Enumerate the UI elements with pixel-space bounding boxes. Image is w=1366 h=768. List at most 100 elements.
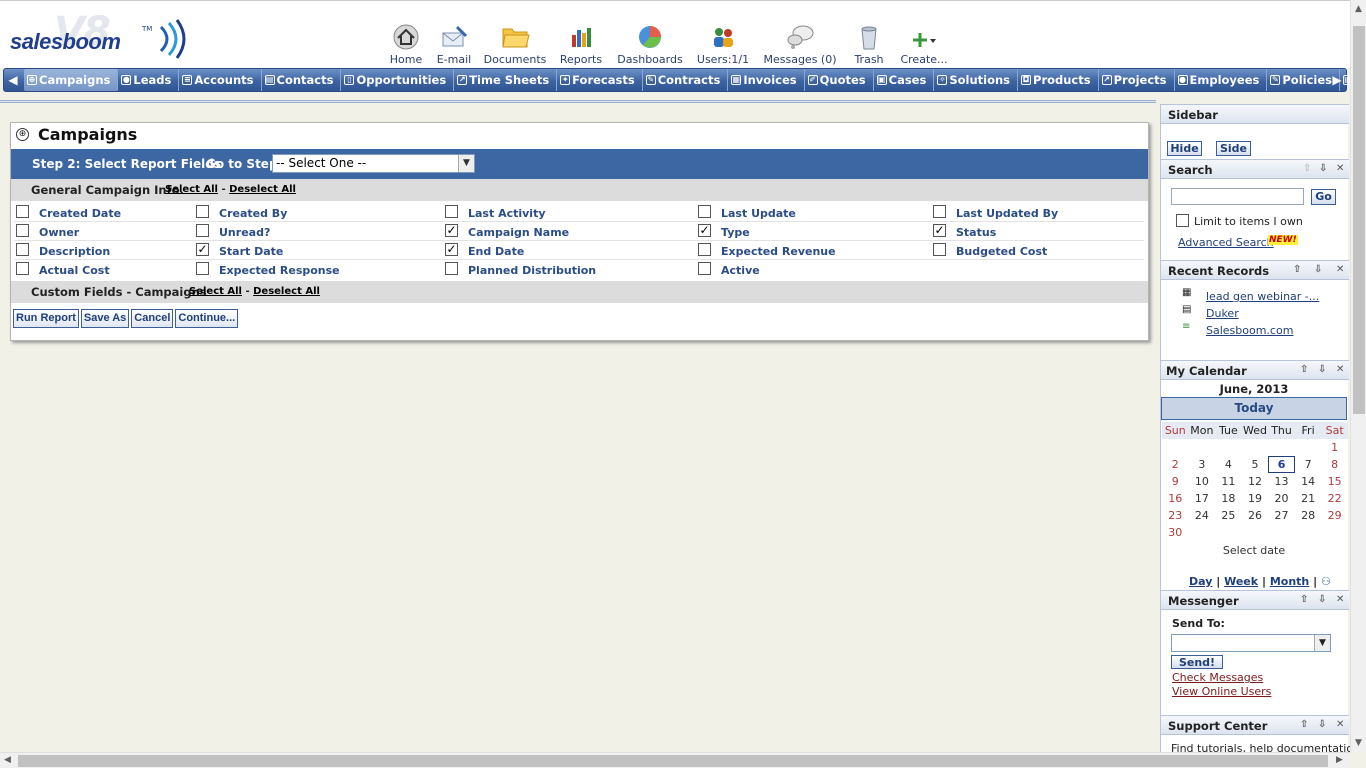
calendar-day[interactable]: 28 <box>1295 507 1322 524</box>
tab-invoices[interactable]: ▦ Invoices <box>728 69 805 91</box>
tab-leads[interactable]: ● Leads <box>118 69 180 91</box>
move-down-icon[interactable]: ⇩ <box>1318 719 1326 730</box>
tab-cases[interactable]: ▣ Cases <box>874 69 935 91</box>
vertical-scrollbar[interactable]: ▲ ▼ <box>1350 0 1366 752</box>
calendar-day[interactable]: 5 <box>1242 456 1269 473</box>
select-all-link[interactable]: Select All <box>189 286 242 297</box>
day-view-link[interactable]: Day <box>1189 575 1212 588</box>
checkbox[interactable] <box>698 243 711 256</box>
checkbox[interactable] <box>698 205 711 218</box>
close-icon[interactable]: ✕ <box>1336 264 1344 275</box>
tab-contracts[interactable]: ✎ Contracts <box>643 69 729 91</box>
checkbox[interactable] <box>196 205 209 218</box>
close-icon[interactable]: ✕ <box>1336 163 1344 174</box>
calendar-day[interactable]: 29 <box>1321 507 1348 524</box>
calendar-day[interactable]: 12 <box>1242 473 1269 490</box>
scroll-up-icon[interactable]: ▲ <box>1355 4 1362 14</box>
calendar-day[interactable]: 20 <box>1268 490 1295 507</box>
move-up-icon[interactable]: ⇧ <box>1300 364 1308 375</box>
move-down-icon[interactable]: ⇩ <box>1318 364 1326 375</box>
tab-forecasts[interactable]: ✦ Forecasts <box>557 69 643 91</box>
checkbox[interactable] <box>698 262 711 275</box>
advanced-search-link[interactable]: Advanced Search <box>1178 236 1274 249</box>
calendar-day[interactable]: 9 <box>1162 473 1189 490</box>
calendar-day[interactable]: 1 <box>1321 439 1348 456</box>
scroll-down-icon[interactable]: ▼ <box>1355 738 1362 748</box>
calendar-day[interactable]: 19 <box>1242 490 1269 507</box>
tab-contacts[interactable]: ▤ Contacts <box>262 69 342 91</box>
calendar-day[interactable]: 24 <box>1189 507 1216 524</box>
calendar-day[interactable]: 2 <box>1162 456 1189 473</box>
nav-scroll-right-icon[interactable]: ▶ <box>1328 69 1346 91</box>
calendar-day[interactable]: 25 <box>1215 507 1242 524</box>
calendar-day[interactable]: 17 <box>1189 490 1216 507</box>
sidebar-hide-button[interactable]: Hide <box>1167 141 1202 156</box>
send-to-select[interactable]: ▼ <box>1171 634 1331 652</box>
move-down-icon[interactable]: ⇩ <box>1319 163 1327 174</box>
checkbox-checked[interactable]: ✓ <box>196 243 209 256</box>
view-online-users-link[interactable]: View Online Users <box>1172 685 1271 698</box>
tab-campaigns[interactable]: ⊕ Campaigns <box>24 69 119 91</box>
calendar-day[interactable]: 7 <box>1295 456 1322 473</box>
horizontal-scrollbar[interactable]: ◀ ▶ <box>0 752 1350 768</box>
calendar-day[interactable]: 14 <box>1295 473 1322 490</box>
calendar-day[interactable]: 16 <box>1162 490 1189 507</box>
search-go-button[interactable]: Go <box>1311 189 1336 205</box>
checkbox[interactable] <box>933 243 946 256</box>
salesboom-logo[interactable]: V8 salesboom TM <box>10 9 186 63</box>
run-report-button[interactable]: Run Report <box>13 309 79 328</box>
search-input[interactable] <box>1171 188 1304 205</box>
toolbar-messages[interactable]: Messages (0) <box>760 23 840 66</box>
checkbox[interactable] <box>445 262 458 275</box>
close-icon[interactable]: ✕ <box>1336 594 1344 605</box>
checkbox-checked[interactable]: ✓ <box>698 224 711 237</box>
recent-record-link[interactable]: Duker <box>1206 307 1239 320</box>
calendar-day[interactable]: 22 <box>1321 490 1348 507</box>
limit-to-own-checkbox[interactable] <box>1176 214 1189 227</box>
move-down-icon[interactable]: ⇩ <box>1318 594 1326 605</box>
check-messages-link[interactable]: Check Messages <box>1172 671 1263 684</box>
sidebar-side-button[interactable]: Side <box>1216 141 1251 156</box>
horizontal-scroll-thumb[interactable] <box>18 755 1328 767</box>
vertical-scroll-thumb[interactable] <box>1353 26 1365 414</box>
toolbar-create[interactable]: Create... <box>884 23 964 66</box>
checkbox[interactable] <box>16 205 29 218</box>
cancel-button[interactable]: Cancel <box>131 309 174 328</box>
tab-employees[interactable]: ● Employees <box>1175 69 1268 91</box>
calendar-today-button[interactable]: Today <box>1161 397 1347 420</box>
scroll-left-icon[interactable]: ◀ <box>4 755 11 765</box>
close-icon[interactable]: ✕ <box>1336 364 1344 375</box>
tab-opportunities[interactable]: ▯ Opportunities <box>341 69 455 91</box>
move-up-icon[interactable]: ⇧ <box>1293 264 1301 275</box>
move-up-icon[interactable]: ⇧ <box>1300 719 1308 730</box>
tab-solutions[interactable]: ✧ Solutions <box>934 69 1019 91</box>
move-up-icon[interactable]: ⇧ <box>1303 163 1311 174</box>
calendar-day[interactable]: 15 <box>1321 473 1348 490</box>
checkbox[interactable] <box>196 262 209 275</box>
checkbox-checked[interactable]: ✓ <box>933 224 946 237</box>
month-view-link[interactable]: Month <box>1270 575 1309 588</box>
checkbox[interactable] <box>445 205 458 218</box>
select-all-link[interactable]: Select All <box>165 184 218 195</box>
recent-record-link[interactable]: lead gen webinar -... <box>1206 290 1319 303</box>
calendar-day[interactable]: 30 <box>1162 524 1189 541</box>
calendar-day[interactable]: 3 <box>1189 456 1216 473</box>
close-icon[interactable]: ✕ <box>1336 719 1344 730</box>
checkbox[interactable] <box>16 243 29 256</box>
checkbox[interactable] <box>196 224 209 237</box>
checkbox-checked[interactable]: ✓ <box>445 243 458 256</box>
save-as-button[interactable]: Save As <box>80 309 130 328</box>
nav-scroll-left-icon[interactable]: ◀ <box>4 69 22 91</box>
calendar-day[interactable]: 27 <box>1268 507 1295 524</box>
calendar-today-day[interactable]: 6 <box>1268 456 1295 473</box>
calendar-day[interactable]: 10 <box>1189 473 1216 490</box>
checkbox[interactable] <box>16 224 29 237</box>
checkbox-checked[interactable]: ✓ <box>445 224 458 237</box>
checkbox[interactable] <box>16 262 29 275</box>
calendar-day[interactable]: 11 <box>1215 473 1242 490</box>
calendar-day[interactable]: 4 <box>1215 456 1242 473</box>
tab-time-sheets[interactable]: ↗ Time Sheets <box>454 69 558 91</box>
deselect-all-link[interactable]: Deselect All <box>253 286 320 297</box>
tab-accounts[interactable]: ≡ Accounts <box>179 69 262 91</box>
recent-record-link[interactable]: Salesboom.com <box>1206 324 1293 337</box>
